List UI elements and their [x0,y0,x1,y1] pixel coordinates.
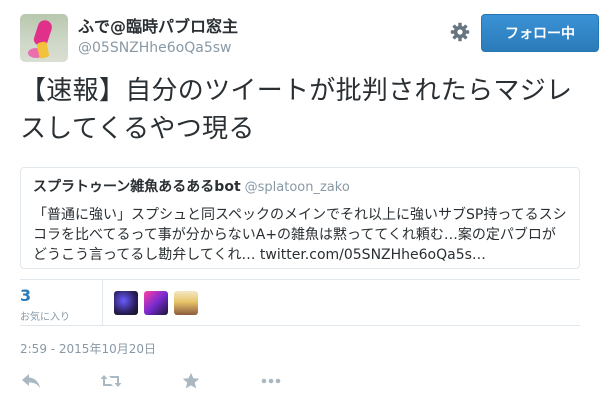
favoriter-avatars [114,291,198,315]
user-display-name[interactable]: ふで@臨時パブロ窓主 [78,16,238,38]
tweet-text: 【速報】自分のツイートが批判されたらマジレスしてくるやつ現る [20,76,573,144]
star-icon[interactable] [180,370,202,392]
favoriter-avatar[interactable] [144,291,168,315]
user-names[interactable]: ふで@臨時パブロ窓主 @05SNZHhe6oQa5sw [78,16,238,58]
favorites-count[interactable]: 3 [20,286,31,305]
favoriter-avatar[interactable] [114,291,138,315]
quoted-tweet-text: 「普通に強い」スプシュと同スペックのメインでそれ以上に強いサブSP持ってるスシコ… [33,207,567,263]
quoted-tweet-header: スプラトゥーン雑魚あるあるbot @splatoon_zako [33,178,567,197]
reply-icon[interactable] [20,370,42,392]
favoriter-avatar[interactable] [174,291,198,315]
quoted-tweet[interactable]: スプラトゥーン雑魚あるあるbot @splatoon_zako 「普通に強い」スプ… [20,167,580,269]
quoted-tweet-name: スプラトゥーン雑魚あるあるbot [33,179,241,195]
user-avatar[interactable] [20,14,68,62]
tweet-header: ふで@臨時パブロ窓主 @05SNZHhe6oQa5sw フォロー中 [20,14,599,62]
quoted-tweet-screen-name: @splatoon_zako [244,180,350,195]
avatar-squid-tail [36,41,50,59]
user-screen-name[interactable]: @05SNZHhe6oQa5sw [78,38,238,58]
more-icon[interactable] [260,370,282,392]
favorites-label[interactable]: お気に入り [20,308,70,323]
following-button[interactable]: フォロー中 [481,14,599,52]
tweet-actions [20,370,340,392]
gear-icon[interactable] [450,22,470,42]
tweet-stats: 3 お気に入り [20,279,580,326]
tweet-timestamp[interactable]: 2:59 - 2015年10月20日 [20,340,156,357]
stats-divider [102,280,103,325]
retweet-icon[interactable] [100,370,122,392]
